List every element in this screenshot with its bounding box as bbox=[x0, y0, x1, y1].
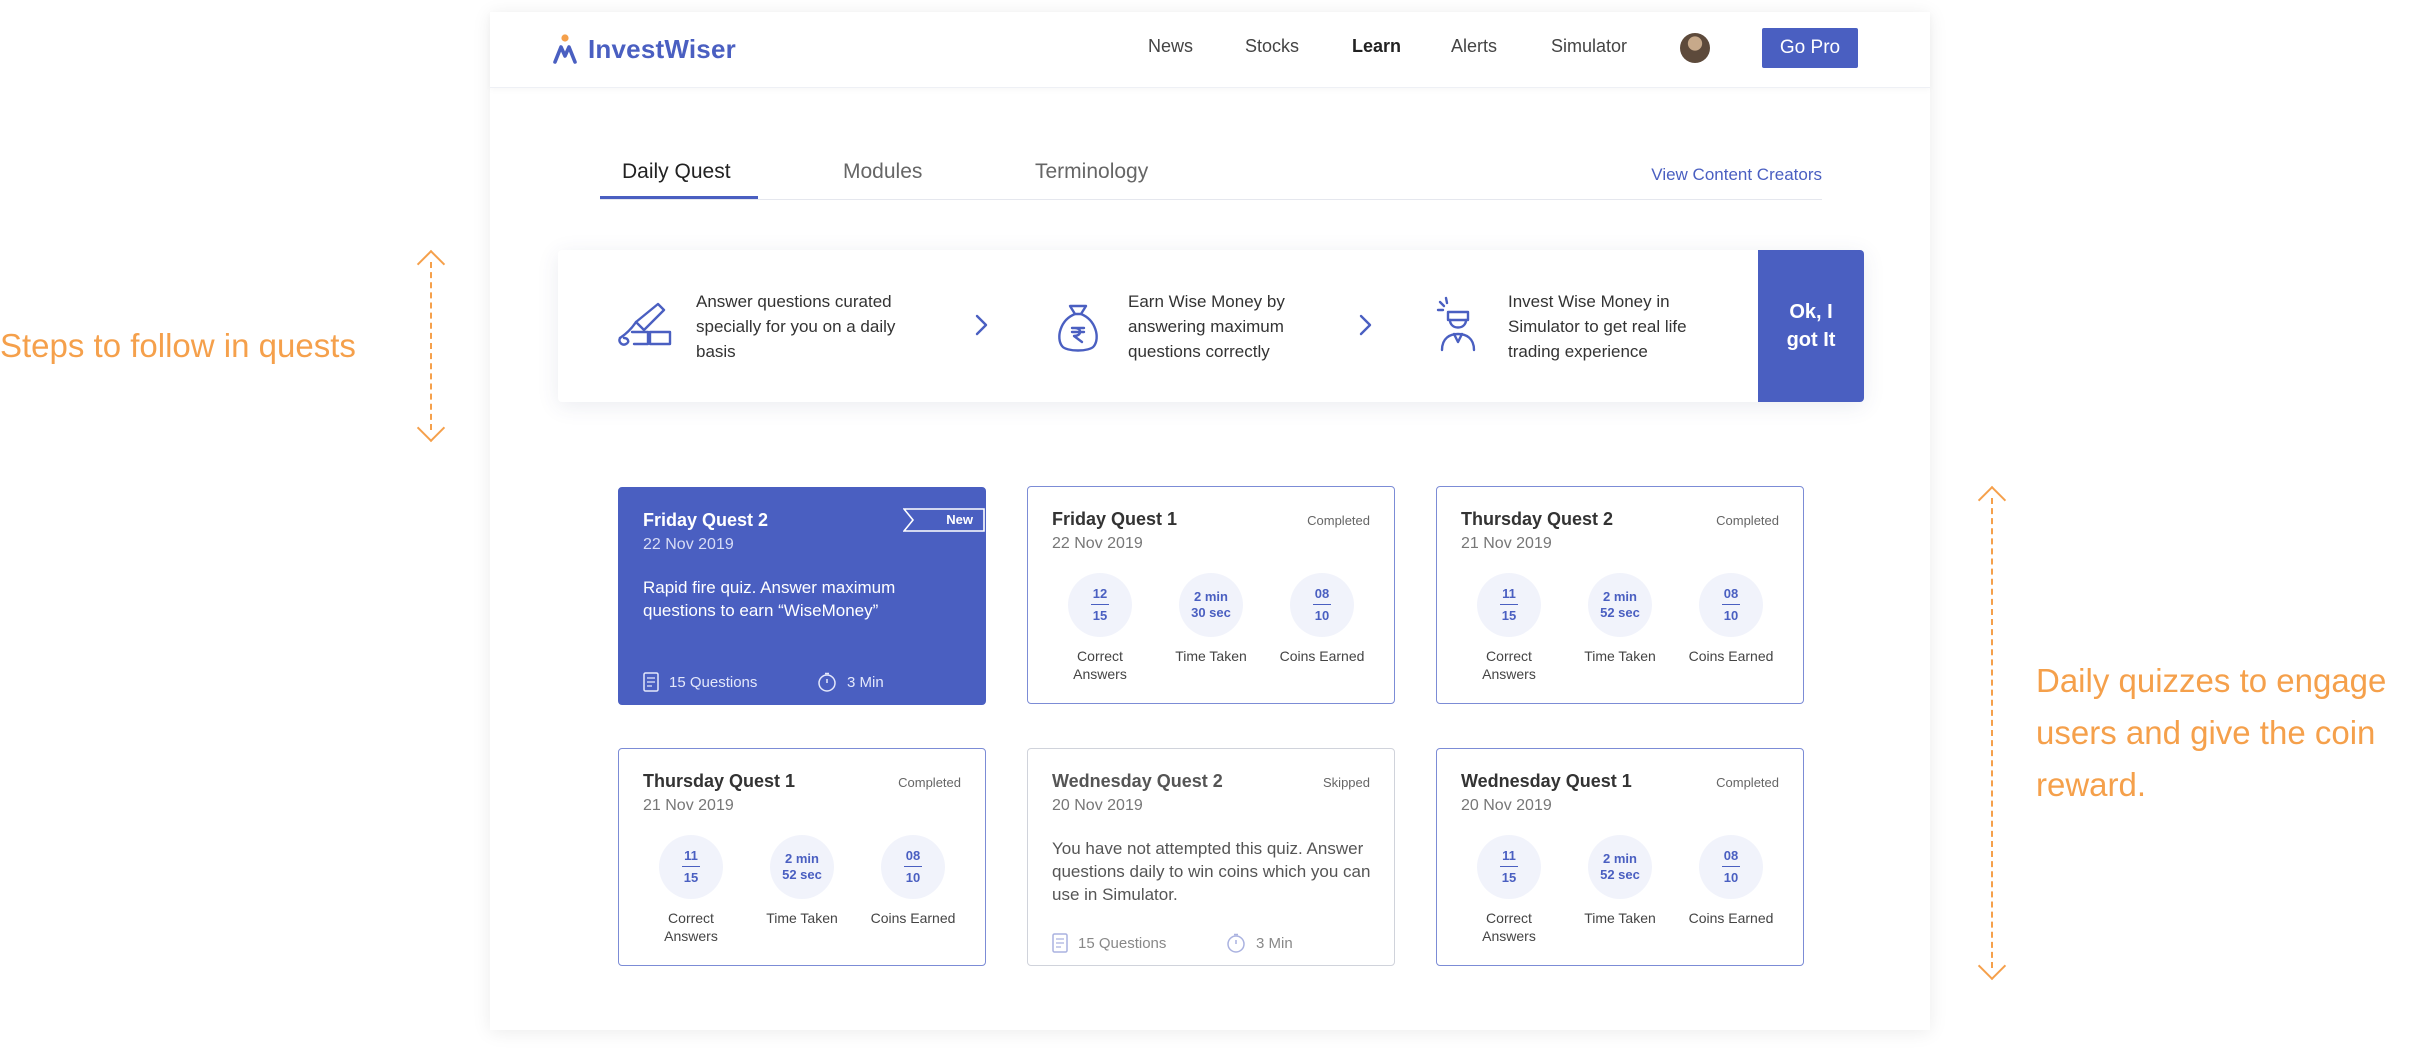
quest-stats: 11 15 Correct Answers 2 min 52 sec Time Ta… bbox=[641, 835, 963, 945]
quest-date: 22 Nov 2019 bbox=[1052, 535, 1143, 552]
quest-date: 21 Nov 2019 bbox=[643, 797, 734, 814]
writing-hand-icon bbox=[618, 302, 672, 346]
brand-logo[interactable]: InvestWiser bbox=[552, 32, 736, 66]
document-icon bbox=[643, 672, 659, 692]
quest-steps-panel: Answer questions curated specially for y… bbox=[558, 250, 1864, 402]
quest-title: Wednesday Quest 1 bbox=[1461, 771, 1632, 791]
top-navbar: InvestWiser News Stocks Learn Alerts Sim… bbox=[490, 12, 1930, 88]
trader-icon bbox=[1436, 296, 1476, 352]
quest-stats: 12 15 Correct Answers 2 min 30 sec Time Ta… bbox=[1050, 573, 1372, 683]
duration-text: 3 Min bbox=[1256, 934, 1293, 952]
tab-terminology[interactable]: Terminology bbox=[1035, 160, 1148, 184]
user-avatar[interactable] bbox=[1680, 33, 1710, 63]
annotation-quizzes: Daily quizzes to engage users and give t… bbox=[2036, 662, 2387, 803]
step-3: Invest Wise Money in Simulator to get re… bbox=[1426, 250, 1738, 402]
canvas: Steps to follow in quests Daily quizzes … bbox=[0, 0, 2420, 1061]
quest-date: 21 Nov 2019 bbox=[1461, 535, 1552, 552]
active-tab-indicator bbox=[600, 196, 758, 199]
tab-daily-quest[interactable]: Daily Quest bbox=[622, 160, 731, 184]
quest-title: Wednesday Quest 2 bbox=[1052, 771, 1223, 791]
quest-card-wednesday-1[interactable]: Wednesday Quest 1 20 Nov 2019 Completed … bbox=[1436, 748, 1804, 966]
stat-coins: 08 10 Coins Earned bbox=[863, 835, 963, 945]
status-badge: Completed bbox=[1716, 513, 1779, 528]
nav-stocks[interactable]: Stocks bbox=[1245, 36, 1299, 57]
app-window: InvestWiser News Stocks Learn Alerts Sim… bbox=[490, 12, 1930, 1030]
stat-correct: 11 15 Correct Answers bbox=[1459, 573, 1559, 683]
stopwatch-icon bbox=[1227, 933, 1245, 953]
document-icon bbox=[1052, 933, 1068, 953]
quest-date: 20 Nov 2019 bbox=[1052, 797, 1143, 814]
status-badge: Completed bbox=[898, 775, 961, 790]
quest-title: Friday Quest 1 bbox=[1052, 509, 1178, 529]
quest-card-thursday-2[interactable]: Thursday Quest 2 21 Nov 2019 Completed 1… bbox=[1436, 486, 1804, 704]
new-badge: New bbox=[946, 512, 973, 527]
quest-date: 20 Nov 2019 bbox=[1461, 797, 1552, 814]
learn-tabs: Daily Quest Modules Terminology View Con… bbox=[600, 122, 1822, 200]
quest-duration: 3 Min bbox=[1226, 933, 1293, 953]
quest-card-thursday-1[interactable]: Thursday Quest 1 21 Nov 2019 Completed 1… bbox=[618, 748, 986, 966]
quest-duration: 3 Min bbox=[817, 672, 884, 692]
step-2: Earn Wise Money by answering maximum que… bbox=[1046, 250, 1358, 402]
quest-card-friday-2[interactable]: New Friday Quest 2 22 Nov 2019 Rapid fir… bbox=[618, 487, 986, 705]
status-badge: Completed bbox=[1307, 513, 1370, 528]
quest-title: Thursday Quest 1 bbox=[643, 771, 796, 791]
quest-stats: 11 15 Correct Answers 2 min 52 sec Time Ta… bbox=[1459, 573, 1781, 683]
annotation-arrow-left bbox=[416, 249, 446, 443]
stat-coins: 08 10 Coins Earned bbox=[1681, 573, 1781, 683]
question-count: 15 Questions bbox=[643, 672, 757, 692]
step-2-text: Earn Wise Money by answering maximum que… bbox=[1128, 291, 1285, 361]
quest-date: 22 Nov 2019 bbox=[643, 536, 734, 553]
quest-description: Rapid fire quiz. Answer maximum question… bbox=[643, 578, 896, 620]
step-3-text: Invest Wise Money in Simulator to get re… bbox=[1508, 291, 1687, 361]
annotation-arrow-right bbox=[1977, 485, 2007, 981]
nav-alerts[interactable]: Alerts bbox=[1451, 36, 1497, 57]
nav-learn[interactable]: Learn bbox=[1352, 36, 1401, 57]
tab-modules[interactable]: Modules bbox=[843, 160, 922, 184]
duration-text: 3 Min bbox=[847, 673, 884, 691]
stat-coins: 08 10 Coins Earned bbox=[1681, 835, 1781, 945]
quest-card-friday-1[interactable]: Friday Quest 1 22 Nov 2019 Completed 12 1… bbox=[1027, 486, 1395, 704]
question-count-text: 15 Questions bbox=[669, 673, 758, 691]
stat-time: 2 min 52 sec Time Taken bbox=[752, 835, 852, 945]
stat-time: 2 min 52 sec Time Taken bbox=[1570, 573, 1670, 683]
quest-description: You have not attempted this quiz. Answer… bbox=[1052, 839, 1371, 904]
nav-simulator[interactable]: Simulator bbox=[1551, 36, 1627, 57]
stat-time: 2 min 30 sec Time Taken bbox=[1161, 573, 1261, 683]
question-count-text: 15 Questions bbox=[1078, 934, 1167, 952]
nav-news[interactable]: News bbox=[1148, 36, 1193, 57]
money-bag-icon bbox=[1058, 304, 1098, 352]
stat-coins: 08 10 Coins Earned bbox=[1272, 573, 1372, 683]
stopwatch-icon bbox=[818, 672, 836, 692]
step-1-text: Answer questions curated specially for y… bbox=[696, 291, 896, 361]
quest-card-wednesday-2[interactable]: Wednesday Quest 2 20 Nov 2019 Skipped Yo… bbox=[1027, 748, 1395, 966]
chevron-right-icon bbox=[1359, 314, 1372, 336]
status-badge: Skipped bbox=[1323, 775, 1370, 790]
brand-name: InvestWiser bbox=[588, 33, 736, 64]
stat-correct: 12 15 Correct Answers bbox=[1050, 573, 1150, 683]
annotation-steps: Steps to follow in quests bbox=[0, 327, 356, 364]
stat-correct: 11 15 Correct Answers bbox=[1459, 835, 1559, 945]
chevron-right-icon bbox=[975, 314, 988, 336]
stat-correct: 11 15 Correct Answers bbox=[641, 835, 741, 945]
stat-time: 2 min 52 sec Time Taken bbox=[1570, 835, 1670, 945]
view-content-creators-link[interactable]: View Content Creators bbox=[1651, 165, 1822, 185]
status-badge: Completed bbox=[1716, 775, 1779, 790]
quest-stats: 11 15 Correct Answers 2 min 52 sec Time Ta… bbox=[1459, 835, 1781, 945]
quest-title: Friday Quest 2 bbox=[643, 510, 769, 530]
quest-title: Thursday Quest 2 bbox=[1461, 509, 1614, 529]
logo-icon bbox=[553, 34, 577, 64]
question-count: 15 Questions bbox=[1052, 933, 1166, 953]
got-it-button[interactable]: Ok, I got It bbox=[1758, 250, 1864, 402]
go-pro-button[interactable]: Go Pro bbox=[1762, 28, 1858, 68]
step-1: Answer questions curated specially for y… bbox=[614, 250, 926, 402]
